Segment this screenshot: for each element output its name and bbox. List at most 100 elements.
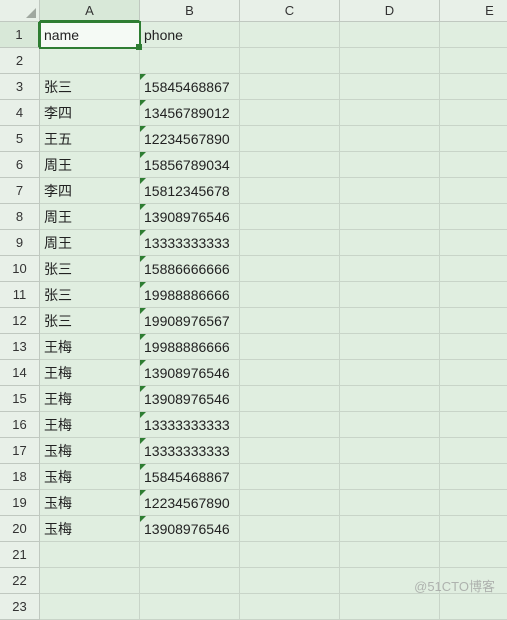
cell[interactable] [440, 542, 507, 568]
column-header-A[interactable]: A [40, 0, 140, 22]
cell[interactable]: 王梅 [40, 412, 140, 438]
cell[interactable]: 12234567890 [140, 490, 240, 516]
row-header[interactable]: 4 [0, 100, 40, 126]
cell[interactable]: 王五 [40, 126, 140, 152]
cell[interactable]: 15845468867 [140, 464, 240, 490]
cell[interactable] [340, 100, 440, 126]
row-header[interactable]: 10 [0, 256, 40, 282]
cell[interactable]: 玉梅 [40, 516, 140, 542]
cell[interactable]: 12234567890 [140, 126, 240, 152]
cell[interactable] [240, 412, 340, 438]
row-header[interactable]: 20 [0, 516, 40, 542]
cell[interactable]: 王梅 [40, 334, 140, 360]
cell[interactable] [440, 48, 507, 74]
row-header[interactable]: 11 [0, 282, 40, 308]
row-header[interactable]: 1 [0, 22, 40, 48]
cell[interactable] [440, 516, 507, 542]
column-header-B[interactable]: B [140, 0, 240, 22]
cell[interactable]: 张三 [40, 256, 140, 282]
spreadsheet-grid[interactable]: ABCDE1namephone23张三158454688674李四1345678… [0, 0, 507, 620]
cell[interactable]: 15812345678 [140, 178, 240, 204]
cell[interactable] [240, 464, 340, 490]
row-header[interactable]: 12 [0, 308, 40, 334]
cell[interactable]: 15856789034 [140, 152, 240, 178]
cell[interactable] [340, 542, 440, 568]
cell[interactable] [440, 204, 507, 230]
cell[interactable]: 王梅 [40, 386, 140, 412]
cell[interactable]: 13333333333 [140, 412, 240, 438]
cell[interactable] [340, 594, 440, 620]
cell[interactable] [240, 516, 340, 542]
row-header[interactable]: 3 [0, 74, 40, 100]
cell[interactable]: 13333333333 [140, 230, 240, 256]
row-header[interactable]: 5 [0, 126, 40, 152]
cell[interactable] [440, 412, 507, 438]
row-header[interactable]: 22 [0, 568, 40, 594]
row-header[interactable]: 21 [0, 542, 40, 568]
cell[interactable]: 13333333333 [140, 438, 240, 464]
cell[interactable] [340, 204, 440, 230]
cell[interactable]: 王梅 [40, 360, 140, 386]
cell[interactable] [340, 516, 440, 542]
cell[interactable]: 张三 [40, 282, 140, 308]
cell[interactable] [440, 386, 507, 412]
cell[interactable] [340, 152, 440, 178]
cell[interactable] [340, 74, 440, 100]
cell[interactable]: 13908976546 [140, 360, 240, 386]
cell[interactable] [240, 230, 340, 256]
cell[interactable]: 张三 [40, 308, 140, 334]
cell[interactable] [240, 594, 340, 620]
cell[interactable] [340, 48, 440, 74]
cell[interactable] [440, 152, 507, 178]
cell[interactable] [440, 308, 507, 334]
column-header-E[interactable]: E [440, 0, 507, 22]
cell[interactable] [340, 334, 440, 360]
cell[interactable]: 19988886666 [140, 334, 240, 360]
cell[interactable] [340, 126, 440, 152]
row-header[interactable]: 19 [0, 490, 40, 516]
cell[interactable] [240, 490, 340, 516]
cell[interactable] [440, 594, 507, 620]
cell[interactable]: phone [140, 22, 240, 48]
cell[interactable] [240, 334, 340, 360]
row-header[interactable]: 18 [0, 464, 40, 490]
cell[interactable] [440, 126, 507, 152]
cell[interactable] [240, 178, 340, 204]
cell[interactable] [140, 542, 240, 568]
cell[interactable]: 张三 [40, 74, 140, 100]
cell[interactable] [340, 360, 440, 386]
cell[interactable]: 玉梅 [40, 490, 140, 516]
cell[interactable] [240, 22, 340, 48]
cell[interactable] [240, 48, 340, 74]
cell[interactable] [440, 360, 507, 386]
cell[interactable] [40, 48, 140, 74]
cell[interactable]: 玉梅 [40, 438, 140, 464]
cell[interactable] [340, 230, 440, 256]
cell[interactable] [440, 178, 507, 204]
cell[interactable] [340, 256, 440, 282]
cell[interactable] [440, 568, 507, 594]
row-header[interactable]: 6 [0, 152, 40, 178]
cell[interactable] [240, 360, 340, 386]
cell[interactable]: 周王 [40, 230, 140, 256]
cell[interactable] [40, 568, 140, 594]
cell[interactable] [240, 152, 340, 178]
cell[interactable] [340, 464, 440, 490]
cell[interactable] [440, 282, 507, 308]
cell[interactable]: 13908976546 [140, 516, 240, 542]
cell[interactable] [340, 22, 440, 48]
cell[interactable] [440, 256, 507, 282]
cell[interactable] [240, 568, 340, 594]
row-header[interactable]: 9 [0, 230, 40, 256]
cell[interactable]: 13908976546 [140, 204, 240, 230]
cell[interactable] [340, 568, 440, 594]
cell[interactable] [340, 178, 440, 204]
row-header[interactable]: 16 [0, 412, 40, 438]
cell[interactable] [240, 542, 340, 568]
cell[interactable]: 玉梅 [40, 464, 140, 490]
cell[interactable] [140, 48, 240, 74]
cell[interactable] [340, 282, 440, 308]
cell[interactable] [240, 100, 340, 126]
cell[interactable]: 15845468867 [140, 74, 240, 100]
cell[interactable] [140, 594, 240, 620]
